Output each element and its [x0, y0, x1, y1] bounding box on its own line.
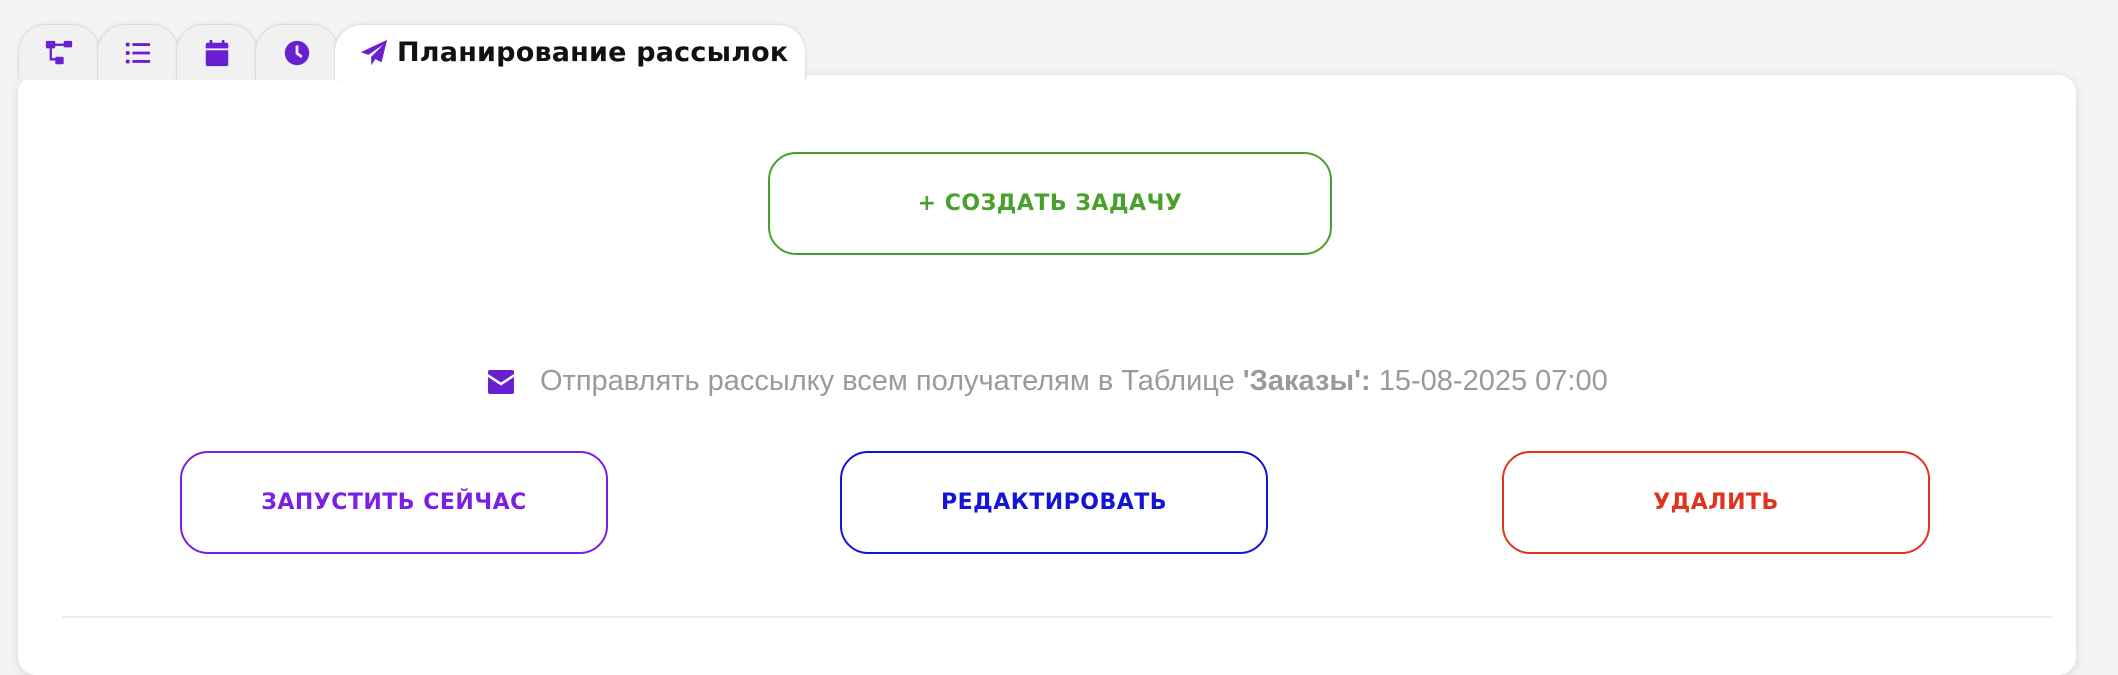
schedule-text: Отправлять рассылку всем получателям в Т…: [540, 365, 1243, 397]
schedule-separator: :: [1361, 365, 1379, 397]
tab-mailing-scheduler[interactable]: Планирование рассылок: [334, 24, 806, 80]
paper-plane-icon: [360, 39, 388, 65]
run-now-button[interactable]: Запустить сейчас: [180, 451, 608, 554]
envelope-icon: [488, 369, 514, 394]
calendar-icon: [205, 39, 229, 66]
tab-history[interactable]: [255, 24, 339, 80]
schedule-datetime: 15-08-2025 07:00: [1378, 365, 1608, 397]
clock-icon: [284, 40, 310, 65]
list-icon: [125, 42, 151, 63]
tab-structure[interactable]: [18, 24, 100, 80]
delete-button[interactable]: Удалить: [1502, 451, 1930, 554]
tab-list[interactable]: [97, 24, 179, 80]
schedule-table-name: 'Заказы': [1242, 365, 1362, 397]
create-task-button[interactable]: + Создать задачу: [768, 152, 1332, 255]
sitemap-icon: [45, 40, 73, 64]
tab-label: Планирование рассылок: [397, 37, 789, 68]
edit-button[interactable]: Редактировать: [840, 451, 1268, 554]
schedule-info: Отправлять рассылку всем получателям в Т…: [486, 365, 1608, 398]
divider: [62, 616, 2052, 618]
scheduler-panel: + Создать задачу Отправлять рассылку все…: [18, 75, 2076, 675]
tab-calendar[interactable]: [176, 24, 258, 80]
